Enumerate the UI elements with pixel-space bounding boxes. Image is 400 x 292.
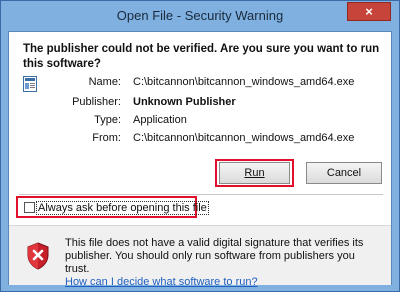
warning-footer: This file does not have a valid digital … — [9, 225, 391, 288]
cancel-button[interactable]: Cancel — [306, 162, 382, 184]
separator — [19, 194, 383, 195]
name-value: C:\bitcannon\bitcannon_windows_amd64.exe — [133, 76, 355, 88]
warning-heading: The publisher could not be verified. Are… — [23, 43, 380, 70]
type-label: Type: — [94, 114, 121, 126]
warning-text: This file does not have a valid digital … — [65, 237, 364, 275]
run-button[interactable]: Run — [219, 162, 290, 184]
shield-error-icon — [27, 242, 49, 270]
window-title: Open File - Security Warning — [116, 8, 284, 23]
name-label: Name: — [88, 76, 121, 88]
help-link[interactable]: How can I decide what software to run? — [65, 276, 258, 288]
title-bar[interactable]: Open File - Security Warning × — [1, 1, 399, 31]
publisher-label: Publisher: — [72, 96, 121, 108]
publisher-value: Unknown Publisher — [133, 96, 236, 108]
type-value: Application — [133, 114, 187, 126]
dialog-window: Open File - Security Warning × The publi… — [0, 0, 400, 292]
always-ask-label[interactable]: Always ask before opening this file — [36, 201, 209, 215]
dialog-body: The publisher could not be verified. Are… — [8, 31, 392, 288]
close-button[interactable]: × — [347, 2, 391, 21]
from-label: From: — [92, 132, 121, 144]
always-ask-checkbox[interactable] — [24, 202, 35, 213]
warning-text-block: This file does not have a valid digital … — [65, 237, 375, 289]
from-value: C:\bitcannon\bitcannon_windows_amd64.exe — [133, 132, 355, 144]
run-button-label: Run — [244, 167, 265, 179]
